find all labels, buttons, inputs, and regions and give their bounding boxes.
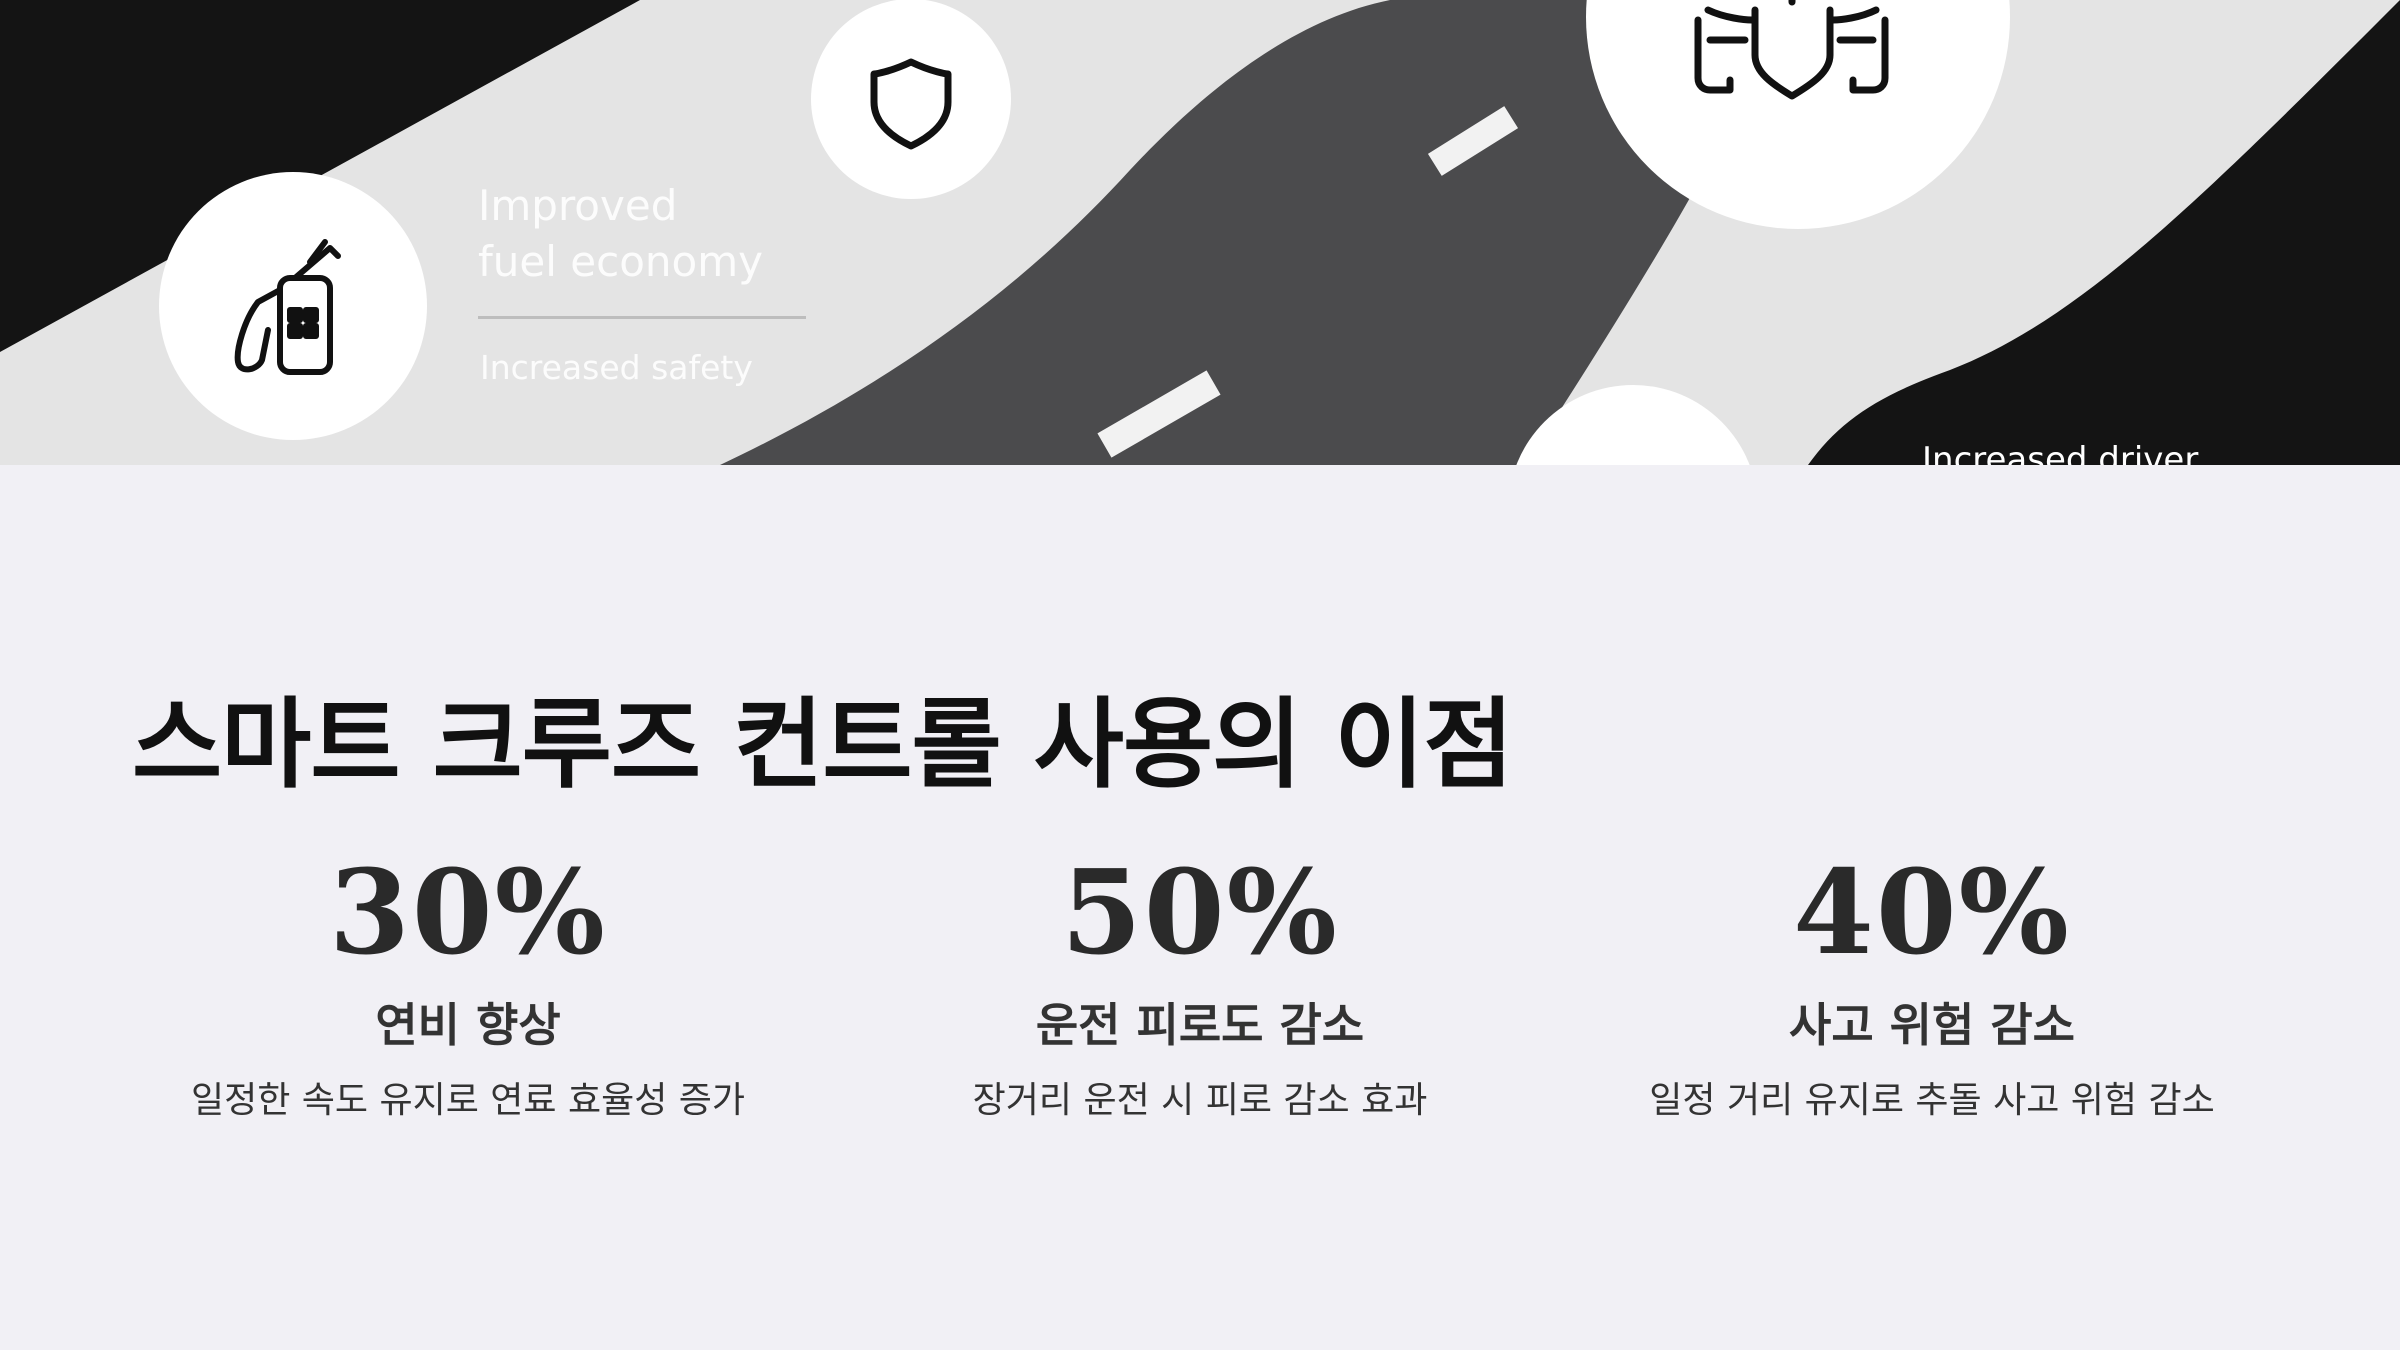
increased-safety-label: Increased safety [480,348,753,387]
stat-description: 일정 거리 유지로 추돌 사고 위험 감소 [1649,1080,2215,1121]
stat-card-fatigue: 50% 운전 피로도 감소 장거리 운전 시 피로 감소 효과 [850,843,1550,1125]
benefits-section: 스마트 크루즈 컨트롤 사용의 이점 30% 연비 향상 일정한 속도 유지로 … [0,465,2400,1350]
stat-value: 50% [1061,845,1339,981]
stat-description: 일정한 속도 유지로 연료 효율성 증가 [190,1080,746,1121]
stat-label: 연비 향상 [375,998,561,1052]
stat-card-accident: 40% 사고 위험 감소 일정 거리 유지로 추돌 사고 위험 감소 [1582,843,2282,1125]
improved-line1: Improved [478,181,678,230]
shield-circle [811,0,1011,199]
increased-driver-label: Increased driver [1922,440,2199,465]
hero-image: Improved fuel economy Increased safety I… [0,0,2400,465]
stat-card-fuel: 30% 연비 향상 일정한 속도 유지로 연료 효율성 증가 [118,843,818,1125]
stat-value: 30% [329,845,607,981]
stat-description: 장거리 운전 시 피로 감소 효과 [972,1080,1428,1121]
fuel-circle [159,172,427,440]
improved-line2: fuel economy [478,237,763,286]
stat-value: 40% [1793,845,2071,981]
page-title: 스마트 크루즈 컨트롤 사용의 이점 [132,688,1514,802]
hero-divider [478,316,806,319]
improved-fuel-economy-label: Improved fuel economy [478,178,763,290]
road-illustration [0,0,2400,465]
stat-label: 사고 위험 감소 [1789,998,2075,1052]
stat-label: 운전 피로도 감소 [1035,998,1365,1052]
